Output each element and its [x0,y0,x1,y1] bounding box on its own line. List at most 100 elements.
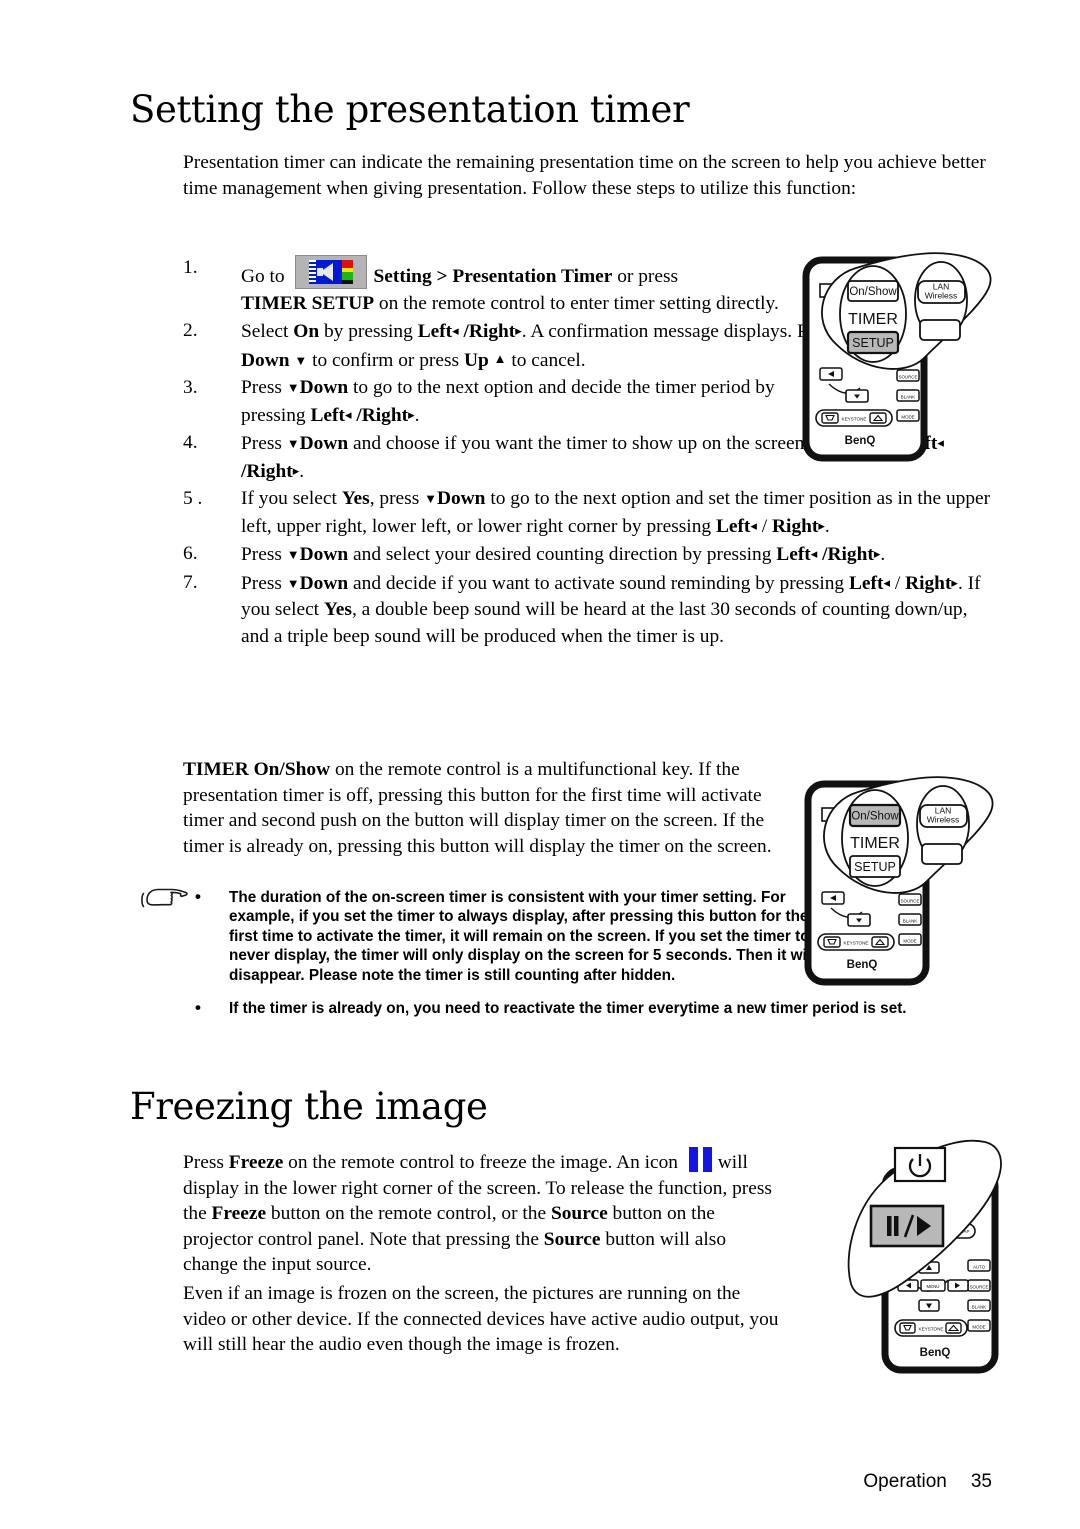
down-arrow-icon: ▼ [286,436,300,451]
page-title-freezing-the-image: Freezing the image [130,1085,488,1128]
key-left: Left [715,515,751,537]
key-left: Left [848,572,884,594]
remote-button-label-blank: BLANK [901,395,915,400]
key-left: Left [417,321,453,342]
key-left: Left [776,544,811,565]
step4-press: Press [241,433,287,454]
down-arrow-icon: ▼ [424,491,437,506]
down-arrow-icon: ▼ [286,380,300,395]
key-freeze: Freeze [228,1152,284,1173]
value-on: On [293,321,320,342]
bullet-icon: • [195,887,201,906]
value-yes: Yes [341,488,370,509]
step-text-or-press: or press [612,266,679,287]
remote-button-label-keystone: KEYSTONE [844,941,869,946]
remote-callout-label-onshow: On/Show [849,286,897,298]
step-text-timer-setup-tail: on the remote control to enter timer set… [374,292,779,314]
speaker-cone-icon [320,263,334,281]
manual-page: Setting the presentation timer Presentat… [0,0,1080,1529]
step-number: 2. [183,320,198,341]
timer-onshow-bold-lead: TIMER On/Show [183,759,331,780]
key-right: /Right [241,460,293,482]
timer-onshow-paragraph: TIMER On/Show on the remote control is a… [183,757,783,859]
freeze-p1-d: button on the remote control, or the [266,1203,551,1224]
intro-paragraph: Presentation timer can indicate the rema… [183,152,986,199]
freeze-paragraph-1: Press Freeze on the remote control to fr… [183,1147,783,1278]
period: . [824,515,830,537]
key-down: Down [299,572,349,594]
step2-b: by pressing [319,321,418,342]
key-source: Source [543,1228,601,1250]
step-number: 6. [183,543,198,564]
step-text-setting-path: Setting > Presentation Timer [373,266,613,287]
step2-c: . A confirmation message displays. Press [521,321,838,342]
remote-callout-label-wireless: Wireless [925,291,958,301]
note-item-2: • If the timer is already on, you need t… [183,998,995,1018]
remote-button-label-mode: MODE [972,1325,985,1330]
step5-a: If you select [241,488,342,509]
step2-d: to confirm or press [307,349,464,371]
key-freeze: Freeze [211,1203,267,1224]
benq-logo: BenQ [847,959,878,971]
freeze-pause-icon [688,1147,713,1172]
step-number: 4. [183,432,198,453]
remote-callout-label-onshow: On/Show [851,811,899,823]
remote-button-label-auto: AUTO [973,1265,986,1270]
value-yes: Yes [323,599,352,620]
freeze-paragraph-2: Even if an image is frozen on the screen… [183,1283,779,1355]
remote-button-label-keystone: KEYSTONE [919,1327,944,1332]
slash: / [894,572,901,594]
step3-press: Press [241,377,287,398]
film-strip-icon [309,260,317,284]
note-text: If the timer is already on, you need to … [229,1000,907,1018]
remote-control-illustration-freeze: AUTO SOURCE BLANK MODE SWAP MENU KEYSTON… [847,1139,1002,1374]
down-arrow-icon: ▼ [286,547,300,562]
key-right: Right [905,572,952,594]
step-1: 1. Go to Setting > Presentation Timer or… [183,255,841,317]
osd-setting-menu-icon [295,255,368,289]
step-5: 5 . If you select Yes, press ▼Down to go… [183,486,995,540]
remote-callout-label-wireless: Wireless [927,815,960,825]
benq-logo: BenQ [920,1347,951,1359]
slash: / [761,515,768,537]
key-right: /Right [356,404,409,426]
left-arrow-icon: ◂ [810,546,818,561]
bullet-icon: • [195,998,201,1018]
remote-button-label-mode: MODE [901,415,914,420]
key-up: Up [463,349,489,371]
remote-control-illustration-timer-setup: SOURCE BLANK MODE KEYSTONE BenQ On/Show … [802,252,992,462]
step-number: 5 . [183,488,203,509]
step-7: 7. Press ▼Down and decide if you want to… [183,570,995,651]
key-down: Down [436,488,486,509]
page-footer: Operation 35 [863,1471,992,1493]
remote-button-label-source: SOURCE [970,1285,989,1290]
benq-logo: BenQ [845,435,876,447]
remote-control-illustration-timer-onshow: SOURCE BLANK MODE KEYSTONE BenQ On/Show … [804,776,994,986]
step-number: 7. [183,571,198,593]
step-6: 6. Press ▼Down and select your desired c… [183,541,995,569]
remote-button-label-source: SOURCE [901,899,920,904]
page-title-setting-presentation-timer: Setting the presentation timer [130,88,690,131]
period: . [414,404,420,426]
step6-b: and select your desired counting directi… [348,544,777,565]
remote-callout-label-setup: SETUP [852,336,894,350]
key-source: Source [550,1203,608,1224]
step-2: 2. Select On by pressing Left◂ /Right▸. … [183,318,841,374]
key-down: Down [299,377,349,398]
key-down: Down [299,544,349,565]
key-down: Down [299,433,349,454]
step-text-timer-setup: TIMER SETUP [241,292,375,314]
footer-page-number: 35 [970,1471,992,1492]
remote-callout-label-setup: SETUP [854,860,896,874]
remote-button-label-menu: MENU [927,1284,940,1289]
key-right: /Right [822,544,874,565]
remote-callout-label-timer: TIMER [848,311,898,328]
step5-b: , press [369,488,425,509]
step-number: 3. [183,377,198,398]
step-text-goto: Go to [241,266,290,287]
remote-callout-label-timer: TIMER [850,835,900,852]
note-text: The duration of the on-screen timer is c… [229,889,816,984]
left-arrow-icon: ◂ [750,517,757,533]
key-right: /Right [463,321,516,342]
footer-section-label: Operation [863,1471,947,1492]
